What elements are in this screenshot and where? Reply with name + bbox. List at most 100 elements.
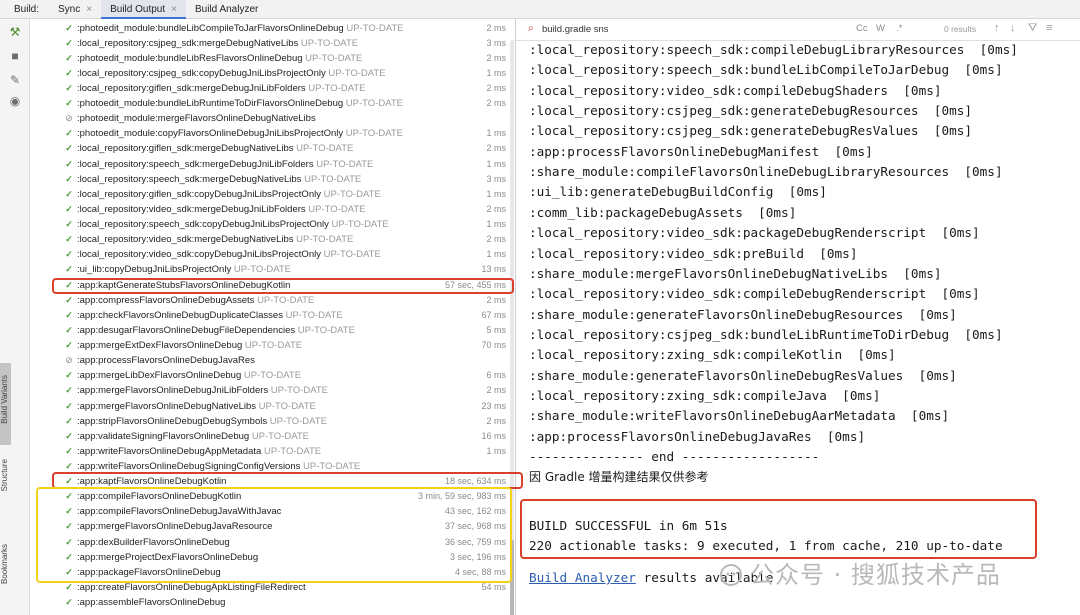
tree-row[interactable]: ✓ :local_repository:csjpeg_sdk:copyDebugJ… bbox=[30, 66, 514, 81]
tree-row[interactable]: ✓:app:assembleFlavorsOnlineDebug bbox=[30, 595, 514, 610]
filter-icon[interactable]: ⛛ bbox=[1028, 22, 1037, 35]
tree-row[interactable]: ✓:app:validateSigningFlavorsOnlineDebug … bbox=[30, 429, 514, 444]
task-duration: 2 ms bbox=[486, 82, 506, 93]
tree-row[interactable]: ✓:local_repository:speech_sdk:mergeDebug… bbox=[30, 172, 514, 187]
task-path: :app:compressFlavorsOnlineDebugAssets bbox=[77, 294, 255, 306]
hammer-icon[interactable]: ⚒ bbox=[8, 25, 22, 39]
tree-row[interactable]: ✓:photoedit_module:bundleLibResFlavorsOn… bbox=[30, 51, 514, 66]
task-name: :local_repository:giflen_sdk:copyDebugJn… bbox=[77, 187, 381, 202]
tree-row[interactable]: ✓:local_repository:giflen_sdk:mergeDebug… bbox=[30, 81, 514, 96]
tree-row[interactable]: ✓ :local_repository:giflen_sdk:copyDebugJ… bbox=[30, 187, 514, 202]
check-icon: ✓ bbox=[65, 234, 73, 245]
console-line: :local_repository:video_sdk:compileDebug… bbox=[529, 82, 942, 98]
task-duration: 1 ms bbox=[486, 158, 506, 169]
console-line: :share_module:generateFlavorsOnlineDebug… bbox=[529, 306, 957, 322]
tree-row[interactable]: ✓:app:compressFlavorsOnlineDebugAssets U… bbox=[30, 293, 514, 308]
build-tab-bar: Build: Sync × Build Output × Build Analyze… bbox=[0, 0, 1080, 19]
watermark-text: 公众号 · 搜狐技术产品 bbox=[750, 561, 1001, 589]
check-icon: ✓ bbox=[65, 158, 73, 169]
console-line: :local_repository:video_sdk:compileDebug… bbox=[529, 286, 980, 302]
left-toolbar: ⚒ ■ ✎ ◉ Build Variants Structure Bookmar… bbox=[0, 19, 30, 615]
console-line: :local_repository:zxing_sdk:compileKotli… bbox=[529, 347, 896, 363]
tree-row[interactable]: ✓:app:writeFlavorsOnlineDebugAppMetadata… bbox=[30, 444, 514, 459]
tree-row[interactable]: ✓:local_repository:giflen_sdk:mergeDebug… bbox=[30, 141, 514, 156]
more-icon[interactable]: ≡ bbox=[1046, 22, 1052, 34]
console-line: :local_repository:csjpeg_sdk:generateDeb… bbox=[529, 103, 973, 119]
task-name: :app:validateSigningFlavorsOnlineDebug U… bbox=[77, 429, 309, 444]
task-path: :local_repository:video_sdk:mergeDebugJn… bbox=[77, 203, 306, 215]
task-name: :app:stripFlavorsOnlineDebugDebugSymbols… bbox=[77, 414, 327, 429]
check-icon: ✓ bbox=[65, 188, 73, 199]
regex-toggle[interactable]: .* bbox=[896, 23, 902, 34]
bookmarks-tab[interactable]: Bookmarks bbox=[0, 544, 14, 584]
arrow-up-icon[interactable]: ↑ bbox=[994, 22, 1000, 34]
task-path: :ui_lib:copyDebugJniLibsProjectOnly bbox=[77, 264, 232, 276]
arrow-down-icon[interactable]: ↓ bbox=[1010, 22, 1016, 34]
build-analyzer-link[interactable]: Build Analyzer bbox=[529, 570, 636, 585]
tree-row[interactable]: ✓:app:mergeLibDexFlavorsOnlineDebug UP-T… bbox=[30, 368, 514, 383]
match-case-toggle[interactable]: Cc bbox=[856, 23, 868, 34]
console-line: :local_repository:csjpeg_sdk:bundleLibRu… bbox=[529, 326, 1003, 342]
stop-icon[interactable]: ■ bbox=[8, 49, 22, 63]
check-icon: ✓ bbox=[65, 219, 73, 230]
up-to-date-label: UP-TO-DATE bbox=[270, 385, 328, 397]
tree-row[interactable]: ✓:local_repository:csjpeg_sdk:mergeDebug… bbox=[30, 36, 514, 51]
console-line: :local_repository:speech_sdk:compileDebu… bbox=[529, 42, 1018, 57]
tree-row[interactable]: ✓:local_repository:video_sdk:copyDebugJn… bbox=[30, 247, 514, 262]
task-path: :photoedit_module:copyFlavorsOnlineDebug… bbox=[77, 128, 344, 140]
tree-row[interactable]: ⊘:app:processFlavorsOnlineDebugJavaRes bbox=[30, 353, 514, 368]
check-icon: ✓ bbox=[65, 173, 73, 184]
task-duration: 3 ms bbox=[486, 173, 506, 184]
task-path: :local_repository:speech_sdk:mergeDebugJ… bbox=[77, 158, 314, 170]
tree-row[interactable]: ✓ :local_repository:speech_sdk:mergeDebug… bbox=[30, 157, 514, 172]
tree-row[interactable]: ✓:photoedit_module:bundleLibRuntimeToDir… bbox=[30, 96, 514, 111]
eye-icon[interactable]: ◉ bbox=[8, 94, 22, 108]
tree-row[interactable]: ✓:photoedit_module:copyFlavorsOnlineDebu… bbox=[30, 126, 514, 141]
tab-build-output-label: Build Output bbox=[110, 3, 166, 15]
task-path: :photoedit_module:mergeFlavorsOnlineDebu… bbox=[77, 113, 316, 125]
task-path: :app:writeFlavorsOnlineDebugSigningConfi… bbox=[77, 460, 301, 472]
close-icon[interactable]: × bbox=[171, 4, 177, 15]
tree-row[interactable]: ✓:app:mergeFlavorsOnlineDebugNativeLibs … bbox=[30, 399, 514, 414]
task-name: :app:mergeFlavorsOnlineDebugNativeLibs U… bbox=[77, 399, 316, 414]
up-to-date-label: UP-TO-DATE bbox=[328, 67, 386, 79]
tab-build-output[interactable]: Build Output × bbox=[101, 0, 186, 19]
up-to-date-label: UP-TO-DATE bbox=[345, 98, 403, 110]
up-to-date-label: UP-TO-DATE bbox=[308, 82, 366, 94]
tab-build-analyzer[interactable]: Build Analyzer bbox=[186, 0, 267, 19]
search-icon[interactable]: ⌕ bbox=[528, 23, 534, 34]
close-icon[interactable]: × bbox=[86, 4, 92, 15]
pin-icon[interactable]: ✎ bbox=[8, 73, 22, 87]
task-name: :local_repository:csjpeg_sdk:copyDebugJn… bbox=[77, 66, 386, 81]
task-name: :photoedit_module:copyFlavorsOnlineDebug… bbox=[77, 126, 403, 141]
tree-row[interactable]: ✓:app:mergeFlavorsOnlineDebugJniLibFolde… bbox=[30, 383, 514, 398]
tree-row[interactable]: ✓:photoedit_module:bundleLibCompileToJar… bbox=[30, 21, 514, 36]
tree-row[interactable]: ✓:local_repository:speech_sdk:copyDebugJ… bbox=[30, 217, 514, 232]
search-results-count: 0 results bbox=[944, 24, 977, 34]
tree-row[interactable]: ⊘:photoedit_module:mergeFlavorsOnlineDeb… bbox=[30, 111, 514, 126]
tree-row[interactable]: ✓:local_repository:video_sdk:mergeDebugJ… bbox=[30, 202, 514, 217]
tree-row[interactable]: ✓:app:checkFlavorsOnlineDebugDuplicateCl… bbox=[30, 308, 514, 323]
tree-row[interactable]: ✓:local_repository:video_sdk:mergeDebugN… bbox=[30, 232, 514, 247]
tab-sync[interactable]: Sync × bbox=[49, 0, 101, 19]
structure-tab[interactable]: Structure bbox=[0, 459, 14, 491]
task-path: :app:mergeFlavorsOnlineDebugNativeLibs bbox=[77, 400, 257, 412]
task-name: :app:desugarFlavorsOnlineDebugFileDepend… bbox=[77, 323, 355, 338]
tree-row[interactable]: ✓ :app:stripFlavorsOnlineDebugDebugSymbol… bbox=[30, 414, 514, 429]
tree-row[interactable]: ✓:app:desugarFlavorsOnlineDebugFileDepen… bbox=[30, 323, 514, 338]
search-input[interactable]: build.gradle sns bbox=[542, 24, 609, 35]
task-duration: 3 ms bbox=[486, 37, 506, 48]
tab-sync-label: Sync bbox=[58, 3, 81, 15]
check-icon: ✓ bbox=[65, 67, 73, 78]
up-to-date-label: UP-TO-DATE bbox=[297, 324, 355, 336]
check-icon: ✓ bbox=[65, 415, 73, 426]
up-to-date-label: UP-TO-DATE bbox=[258, 400, 316, 412]
console-line: :local_repository:video_sdk:preBuild [0m… bbox=[529, 245, 858, 261]
tree-row[interactable]: ✓:ui_lib:copyDebugJniLibsProjectOnly UP-… bbox=[30, 262, 514, 277]
task-name: :local_repository:giflen_sdk:mergeDebugJ… bbox=[77, 81, 365, 96]
tree-row[interactable]: ✓:app:mergeExtDexFlavorsOnlineDebug UP-T… bbox=[30, 338, 514, 353]
build-variants-tab[interactable]: Build Variants bbox=[0, 375, 14, 424]
console-line: --------------- end ------------------ bbox=[529, 449, 820, 464]
task-duration: 67 ms bbox=[481, 309, 506, 320]
whole-word-toggle[interactable]: W bbox=[876, 23, 885, 34]
